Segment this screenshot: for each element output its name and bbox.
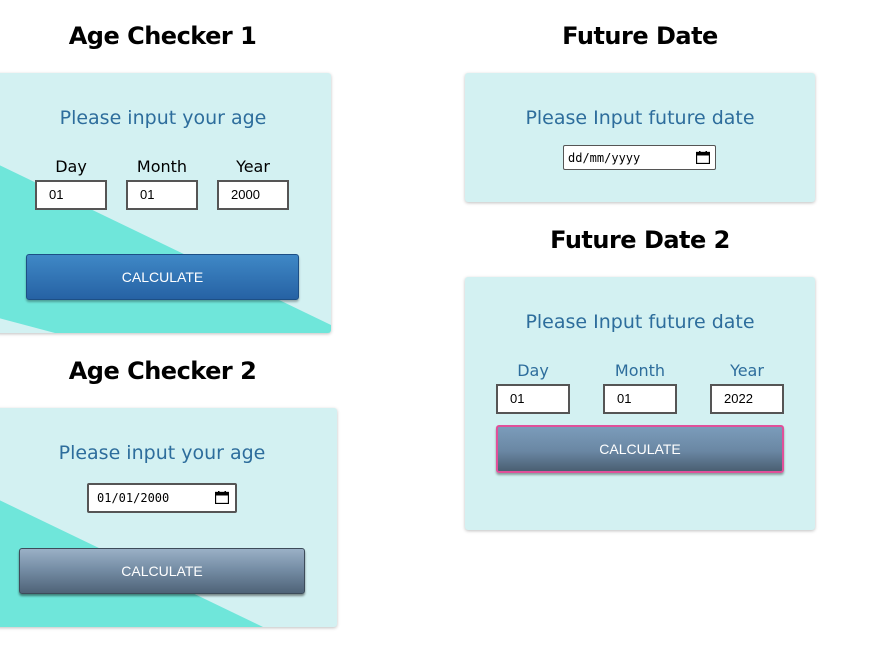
age-checker-1-title: Age Checker 1 xyxy=(68,22,257,50)
year-label: Year xyxy=(730,361,764,380)
date-value: 01/01/2000 xyxy=(97,491,170,505)
future-date-2-card: Please Input future date Day Month Year … xyxy=(465,277,815,530)
day-input[interactable]: 01 xyxy=(35,180,107,210)
year-input[interactable]: 2000 xyxy=(217,180,289,210)
calendar-icon[interactable] xyxy=(696,151,710,164)
teal-decoration xyxy=(0,500,263,627)
future-date-title: Future Date xyxy=(562,22,718,50)
calculate-button[interactable]: CALCULATE xyxy=(496,425,784,473)
year-input[interactable]: 2022 xyxy=(710,384,784,414)
future-date-prompt: Please Input future date xyxy=(525,107,755,129)
date-placeholder: dd/mm/yyyy xyxy=(568,150,641,165)
month-input[interactable]: 01 xyxy=(126,180,198,210)
age-checker-2-prompt: Please input your age xyxy=(58,442,266,464)
age-checker-2-title: Age Checker 2 xyxy=(68,357,257,385)
month-label: Month xyxy=(614,361,666,380)
year-label: Year xyxy=(236,157,270,176)
future-date-card: Please Input future date dd/mm/yyyy xyxy=(465,73,815,202)
day-label: Day xyxy=(55,157,87,176)
calculate-button[interactable]: CALCULATE xyxy=(19,548,305,594)
day-input[interactable]: 01 xyxy=(496,384,570,414)
future-date-2-prompt: Please Input future date xyxy=(525,311,755,333)
future-date-input[interactable]: dd/mm/yyyy xyxy=(563,145,716,170)
calendar-icon[interactable] xyxy=(215,491,229,504)
month-input[interactable]: 01 xyxy=(603,384,677,414)
age-checker-2-card: Please input your age 01/01/2000 CALCULA… xyxy=(0,408,337,627)
day-label: Day xyxy=(517,361,549,380)
age-checker-1-prompt: Please input your age xyxy=(59,107,267,129)
month-label: Month xyxy=(136,157,188,176)
calculate-button[interactable]: CALCULATE xyxy=(26,254,299,300)
age-checker-1-card: Please input your age Day Month Year 01 … xyxy=(0,73,331,333)
future-date-2-title: Future Date 2 xyxy=(550,226,730,254)
date-of-birth-input[interactable]: 01/01/2000 xyxy=(87,483,237,513)
